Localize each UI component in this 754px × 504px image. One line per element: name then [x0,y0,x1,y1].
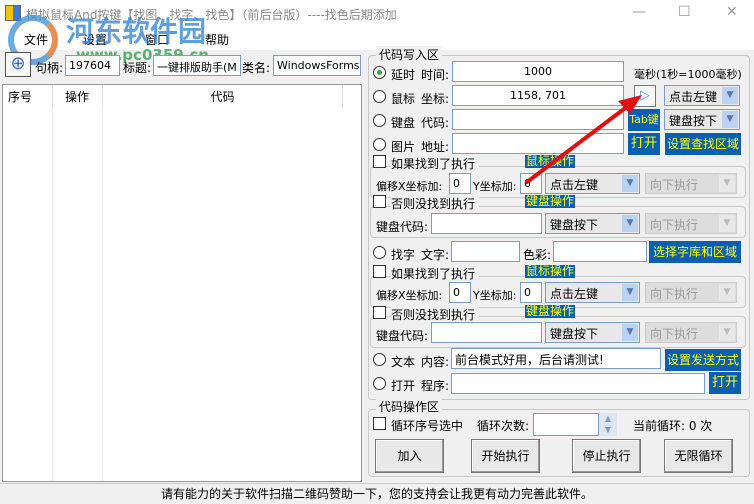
red-arrow-annotation [525,95,642,184]
